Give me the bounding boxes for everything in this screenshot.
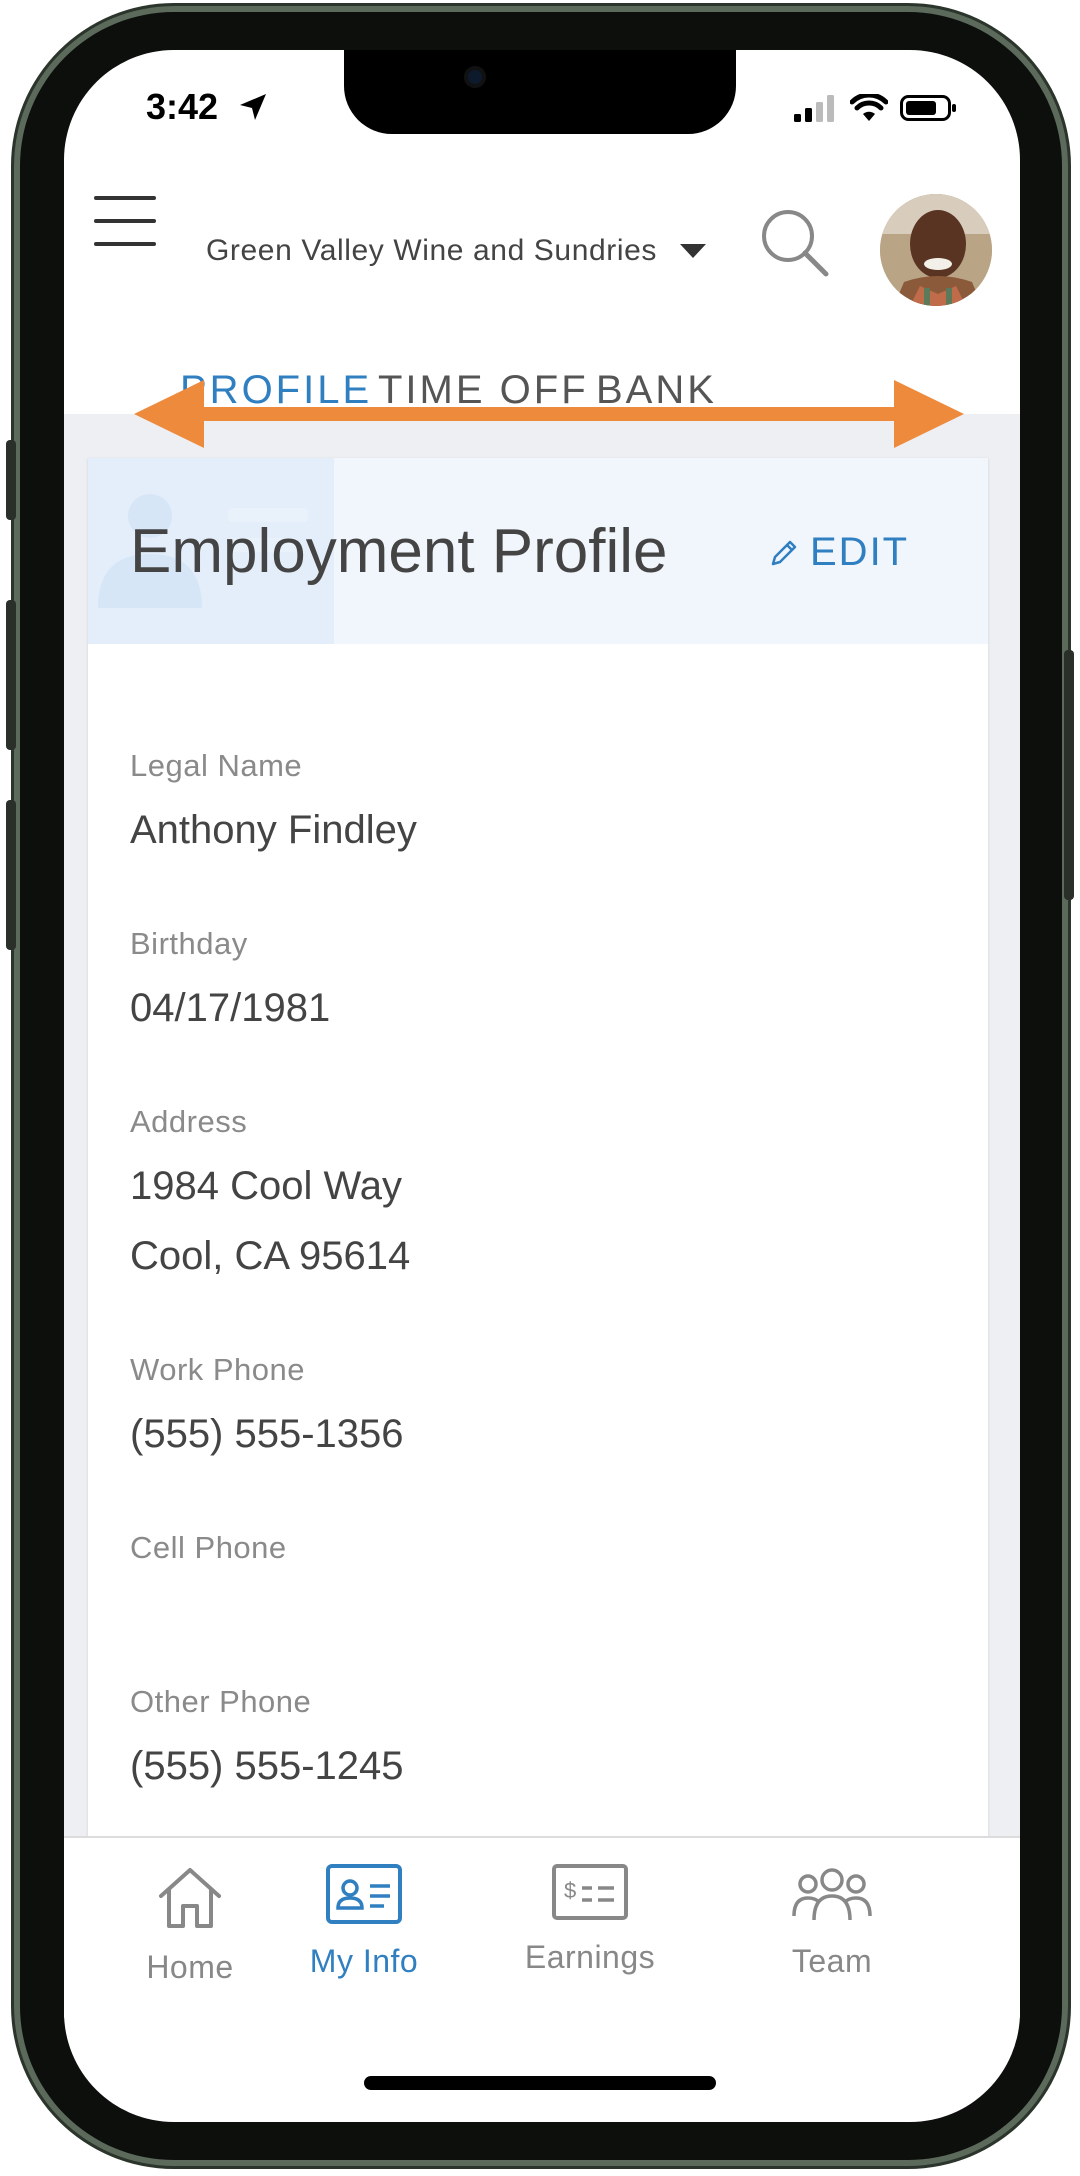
app-screen: 3:42 Green Valley Wine and Sundries PROF… <box>64 50 1020 2122</box>
svg-text:$: $ <box>564 1878 576 1903</box>
volume-down-button <box>6 800 16 950</box>
battery-icon <box>900 95 956 121</box>
birthday-value: 04/17/1981 <box>130 986 331 1030</box>
card-title: Employment Profile <box>130 517 668 586</box>
status-time: 3:42 <box>146 86 219 127</box>
app-header: Green Valley Wine and Sundries <box>64 146 1020 306</box>
company-selector[interactable]: Green Valley Wine and Sundries <box>206 234 657 268</box>
tabbar-my-info[interactable]: My Info <box>264 1864 464 1980</box>
tabbar-team[interactable]: Team <box>732 1864 932 1980</box>
legal-name-label: Legal Name <box>130 748 303 783</box>
tabbar-my-info-label: My Info <box>309 1943 419 1979</box>
address-line-2: Cool, CA 95614 <box>130 1234 411 1278</box>
front-camera <box>464 66 486 88</box>
work-phone-value: (555) 555-1356 <box>130 1412 404 1456</box>
cell-phone-label: Cell Phone <box>130 1530 287 1565</box>
status-icons <box>794 94 958 122</box>
location-arrow-icon <box>240 94 266 120</box>
hamburger-menu-button[interactable] <box>94 196 156 250</box>
bottom-tab-bar: Home My Info $ Earnings Team <box>64 1836 1020 2018</box>
employment-profile-card: Employment Profile EDIT Legal Name Antho… <box>88 458 988 1928</box>
volume-up-button <box>6 600 16 750</box>
hamburger-line <box>94 242 156 246</box>
power-button <box>1064 650 1074 900</box>
hamburger-line <box>94 196 156 200</box>
address-line-1: 1984 Cool Way <box>130 1164 402 1208</box>
hamburger-line <box>94 219 156 223</box>
tabbar-earnings[interactable]: $ Earnings <box>490 1864 690 1976</box>
address-label: Address <box>130 1104 248 1139</box>
chevron-down-icon[interactable] <box>680 244 706 258</box>
legal-name-value: Anthony Findley <box>130 808 417 852</box>
other-phone-label: Other Phone <box>130 1684 312 1719</box>
search-icon[interactable] <box>760 208 830 278</box>
mute-switch <box>6 440 16 520</box>
avatar[interactable] <box>880 194 992 306</box>
avatar-image <box>880 194 992 306</box>
check-icon: $ <box>552 1864 628 1920</box>
home-icon <box>159 1868 221 1928</box>
swipe-double-arrow-icon <box>134 380 964 448</box>
edit-button[interactable]: EDIT <box>768 530 909 575</box>
card-header: Employment Profile EDIT <box>88 458 988 644</box>
team-icon <box>792 1868 872 1921</box>
pencil-icon <box>771 540 797 565</box>
edit-label: EDIT <box>810 530 910 574</box>
wifi-icon <box>850 94 888 121</box>
id-card-icon <box>326 1864 402 1924</box>
notch <box>344 50 736 134</box>
tabbar-earnings-label: Earnings <box>524 1939 656 1975</box>
other-phone-value: (555) 555-1245 <box>130 1744 404 1788</box>
tabbar-home-label: Home <box>146 1949 234 1985</box>
tabbar-home[interactable]: Home <box>90 1864 290 1986</box>
home-indicator[interactable] <box>364 2076 716 2090</box>
work-phone-label: Work Phone <box>130 1352 306 1387</box>
tabbar-team-label: Team <box>791 1943 873 1979</box>
birthday-label: Birthday <box>130 926 248 961</box>
cellular-signal-icon <box>794 95 834 122</box>
